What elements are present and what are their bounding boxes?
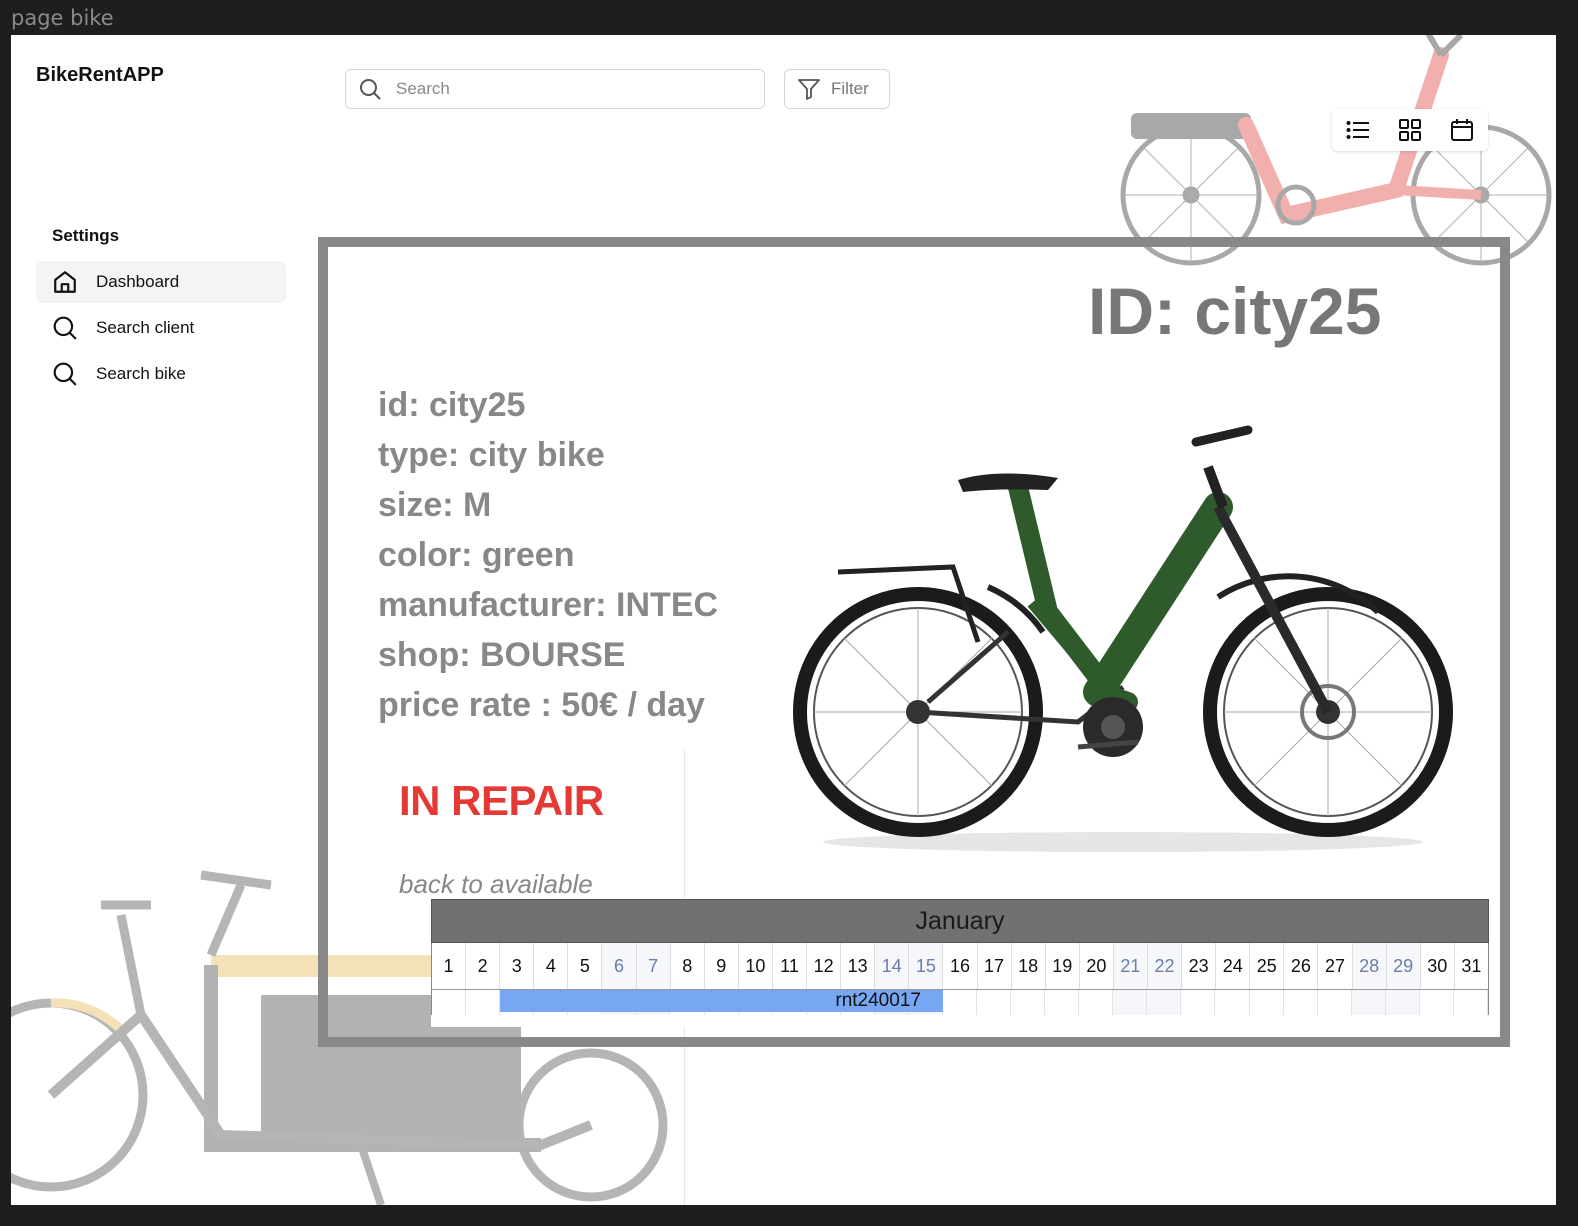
calendar-day[interactable]: 4 — [534, 943, 569, 989]
calendar-day[interactable]: 18 — [1012, 943, 1046, 989]
calendar-track-cell — [432, 990, 467, 1015]
page-canvas: BikeRentAPP Filter — [11, 35, 1556, 1205]
sidebar-heading: Settings — [52, 226, 120, 245]
sidebar-item-label: Search client — [96, 318, 195, 337]
calendar-booking-track: rnt240017 — [431, 989, 1489, 1015]
spec-manufacturer: manufacturer: INTEC — [378, 586, 719, 624]
calendar-track-cell — [1454, 990, 1488, 1015]
calendar-day[interactable]: 24 — [1216, 943, 1251, 989]
calendar-track-cell — [466, 990, 501, 1015]
calendar-day[interactable]: 31 — [1455, 943, 1488, 989]
calendar-day[interactable]: 10 — [739, 943, 773, 989]
calendar-track-cell — [1079, 990, 1114, 1015]
calendar-view-button[interactable] — [1442, 112, 1482, 148]
calendar-month: January — [431, 899, 1489, 943]
calendar-day[interactable]: 30 — [1421, 943, 1455, 989]
sidebar-item-search-client[interactable]: Search client — [36, 307, 286, 349]
calendar-day[interactable]: 19 — [1046, 943, 1080, 989]
calendar-day[interactable]: 26 — [1284, 943, 1319, 989]
calendar-day[interactable]: 3 — [500, 943, 535, 989]
search-box[interactable] — [345, 69, 765, 109]
calendar-day[interactable]: 29 — [1386, 943, 1421, 989]
calendar-track-cell — [1385, 990, 1420, 1015]
filter-icon — [798, 79, 820, 100]
calendar-day[interactable]: 14 — [875, 943, 910, 989]
calendar-day[interactable]: 9 — [705, 943, 739, 989]
spec-size: size: M — [378, 486, 492, 524]
sidebar-item-label: Dashboard — [96, 272, 180, 291]
spec-shop: shop: BOURSE — [378, 636, 626, 674]
calendar-day[interactable]: 28 — [1352, 943, 1387, 989]
calendar-day[interactable]: 12 — [807, 943, 842, 989]
calendar-track-cell — [1284, 990, 1318, 1015]
spec-color: color: green — [378, 536, 575, 574]
rental-id: rnt240017 — [835, 990, 921, 1011]
calendar-day[interactable]: 17 — [978, 943, 1012, 989]
calendar-day[interactable]: 11 — [773, 943, 808, 989]
calendar-icon — [1451, 119, 1473, 141]
spec-id: id: city25 — [378, 386, 526, 424]
search-icon — [53, 362, 77, 386]
frame-label: page bike — [11, 6, 114, 30]
calendar-track-cell — [1351, 990, 1386, 1015]
bike-specs: id: city25 type: city bike size: M color… — [378, 380, 718, 730]
grid-icon — [1399, 119, 1421, 141]
search-icon — [53, 316, 77, 340]
calendar-day[interactable]: 2 — [466, 943, 501, 989]
filter-button-label: Filter — [831, 79, 869, 98]
calendar-track-cell — [977, 990, 1012, 1015]
calendar-day[interactable]: 16 — [943, 943, 978, 989]
search-input[interactable] — [394, 78, 738, 100]
sidebar-item-dashboard[interactable]: Dashboard — [36, 261, 286, 303]
status-badge: IN REPAIR — [399, 777, 604, 824]
calendar-track-cell — [1250, 990, 1284, 1015]
bike-title: ID: city25 — [1088, 274, 1382, 348]
spec-type: type: city bike — [378, 436, 605, 474]
sidebar-item-search-bike[interactable]: Search bike — [36, 353, 286, 395]
calendar-day[interactable]: 23 — [1182, 943, 1217, 989]
calendar-track-cell — [1181, 990, 1216, 1015]
calendar-day[interactable]: 1 — [432, 943, 467, 989]
app-title: BikeRentAPP — [36, 64, 164, 86]
back-to-available-link[interactable]: back to available — [399, 869, 593, 900]
calendar-day[interactable]: 22 — [1147, 943, 1183, 989]
calendar-track-cell — [943, 990, 977, 1015]
calendar-track-cell — [1215, 990, 1250, 1015]
bike-photo — [793, 425, 1453, 852]
list-icon — [1346, 121, 1369, 139]
calendar-day[interactable]: 27 — [1318, 943, 1353, 989]
calendar-day[interactable]: 20 — [1080, 943, 1114, 989]
calendar-day[interactable]: 8 — [671, 943, 705, 989]
calendar-track-cell — [1011, 990, 1046, 1015]
calendar-day[interactable]: 6 — [602, 943, 637, 989]
spec-price-rate: price rate : 50€ / day — [378, 686, 705, 724]
home-icon — [54, 271, 76, 293]
calendar-track-cell — [1147, 990, 1182, 1015]
rental-bar[interactable]: rnt240017 — [500, 990, 943, 1012]
booking-calendar: January 1 2 3 4 5 6 7 8 9 10 11 12 13 14 15 16 17 18 19 20 2… — [431, 899, 1489, 1027]
search-icon — [360, 79, 381, 100]
bike-detail-card: ID: city25 id: city25 type: city bike si… — [318, 237, 1510, 1047]
calendar-day[interactable]: 13 — [841, 943, 876, 989]
sidebar-item-label: Search bike — [96, 364, 186, 383]
grid-view-button[interactable] — [1390, 112, 1430, 148]
view-toggle — [1332, 109, 1488, 151]
calendar-track-cell — [1420, 990, 1454, 1015]
calendar-day[interactable]: 7 — [636, 943, 671, 989]
sidebar-nav: Dashboard Search client Search bike — [36, 261, 286, 399]
calendar-days-row: 1 2 3 4 5 6 7 8 9 10 11 12 13 14 15 16 17 18 19 20 21 22 23 24 2… — [431, 943, 1489, 989]
filter-button[interactable]: Filter — [784, 69, 890, 109]
list-view-button[interactable] — [1338, 112, 1378, 148]
calendar-track-cell — [1045, 990, 1080, 1015]
calendar-day[interactable]: 5 — [568, 943, 603, 989]
calendar-day[interactable]: 15 — [909, 943, 944, 989]
calendar-track-cell — [1318, 990, 1352, 1015]
calendar-day[interactable]: 21 — [1113, 943, 1148, 989]
calendar-track-cell — [1113, 990, 1148, 1015]
calendar-day[interactable]: 25 — [1250, 943, 1285, 989]
